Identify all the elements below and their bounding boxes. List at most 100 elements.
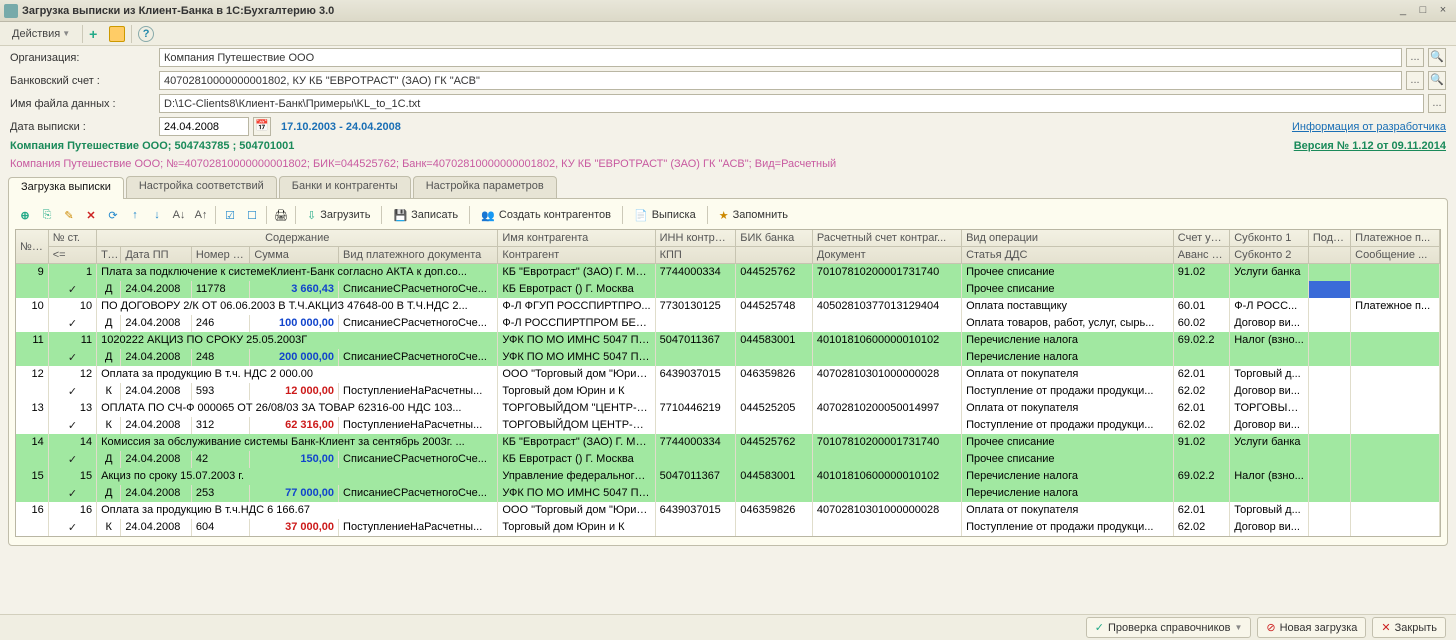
- org-row: Организация: ... 🔍: [0, 46, 1456, 69]
- col-payment-doc[interactable]: Вид платежного документа: [339, 247, 498, 264]
- uncheck-all-icon[interactable]: ☐: [242, 205, 262, 225]
- print-icon[interactable]: 🖨: [271, 205, 291, 225]
- file-input[interactable]: [159, 94, 1424, 113]
- account-search-button[interactable]: 🔍: [1428, 71, 1446, 90]
- tab-parameters[interactable]: Настройка параметров: [413, 176, 557, 198]
- col-bik[interactable]: БИК банка: [736, 230, 813, 247]
- table-row[interactable]: 1616Оплата за продукцию В т.ч.НДС 6 166.…: [16, 502, 1440, 519]
- table-row[interactable]: 1515Акциз по сроку 15.07.2003 г.Управлен…: [16, 468, 1440, 485]
- create-counterparties-button[interactable]: 👥Создать контрагентов: [474, 206, 618, 225]
- col-sum[interactable]: Сумма: [250, 247, 339, 264]
- check-refs-button[interactable]: ✓Проверка справочников▼: [1086, 617, 1252, 638]
- col-account[interactable]: Расчетный счет контраг...: [812, 230, 961, 247]
- main-toolbar: Действия▼ ?: [0, 22, 1456, 46]
- tab-mapping-settings[interactable]: Настройка соответствий: [126, 176, 277, 198]
- col-le[interactable]: <=: [48, 247, 96, 264]
- col-counterparty[interactable]: Контрагент: [498, 247, 655, 264]
- account-row: Банковский счет : ... 🔍: [0, 69, 1456, 92]
- version-link[interactable]: Версия № 1.12 от 09.11.2014: [1294, 140, 1446, 152]
- maximize-button[interactable]: □: [1414, 3, 1432, 19]
- col-document[interactable]: Документ: [812, 247, 961, 264]
- actions-menu[interactable]: Действия▼: [6, 26, 76, 42]
- account-meta: Компания Путешествие ООО; №=407028100000…: [0, 156, 1456, 176]
- sort-desc-icon[interactable]: A↑: [191, 205, 211, 225]
- refresh-icon[interactable]: ⟳: [103, 205, 123, 225]
- tab-load-statement[interactable]: Загрузка выписки: [8, 177, 124, 199]
- developer-info-link[interactable]: Информация от разработчика: [1292, 121, 1446, 133]
- col-date[interactable]: Дата ПП: [121, 247, 192, 264]
- col-message[interactable]: Сообщение ...: [1351, 247, 1440, 264]
- col-payment[interactable]: Платежное п...: [1351, 230, 1440, 247]
- account-label: Банковский счет :: [10, 75, 155, 87]
- sort-asc-icon[interactable]: A↓: [169, 205, 189, 225]
- grid-body[interactable]: 91Плата за подключение к системеКлиент-Б…: [16, 264, 1440, 536]
- table-row[interactable]: К24.04.200859312 000,00ПоступлениеНаРасч…: [16, 383, 1440, 400]
- table-row[interactable]: Д24.04.200842150,00СписаниеСРасчетногоСч…: [16, 451, 1440, 468]
- move-down-icon[interactable]: ↓: [147, 205, 167, 225]
- col-content-group[interactable]: Содержание: [97, 230, 498, 247]
- tab-strip: Загрузка выписки Настройка соответствий …: [0, 176, 1456, 198]
- separator: [215, 206, 216, 224]
- separator: [622, 206, 623, 224]
- col-dept[interactable]: Подр...: [1308, 230, 1350, 247]
- col-inn[interactable]: ИНН контраг...: [655, 230, 736, 247]
- table-row[interactable]: Д24.04.200825377 000,00СписаниеСРасчетно…: [16, 485, 1440, 502]
- separator: [266, 206, 267, 224]
- remember-button[interactable]: ★Запомнить: [712, 206, 795, 225]
- save-button[interactable]: 💾Записать: [386, 206, 465, 225]
- col-account-code[interactable]: Счет уче...: [1173, 230, 1229, 247]
- delete-row-icon[interactable]: ✕: [81, 205, 101, 225]
- col-advance[interactable]: Аванс сч.: [1173, 247, 1229, 264]
- table-row[interactable]: 1414Комиссия за обслуживание системы Бан…: [16, 434, 1440, 451]
- col-subkonto2[interactable]: Субконто 2: [1230, 247, 1309, 264]
- org-search-button[interactable]: 🔍: [1428, 48, 1446, 67]
- col-dds[interactable]: Статья ДДС: [962, 247, 1174, 264]
- date-input[interactable]: [159, 117, 249, 136]
- close-button[interactable]: ✕Закрыть: [1372, 617, 1446, 638]
- move-up-icon[interactable]: ↑: [125, 205, 145, 225]
- account-input[interactable]: [159, 71, 1402, 90]
- table-row[interactable]: К24.04.200860437 000,00ПоступлениеНаРасч…: [16, 519, 1440, 536]
- col-operation[interactable]: Вид операции: [962, 230, 1174, 247]
- col-kpp[interactable]: КПП: [655, 247, 736, 264]
- date-row: Дата выписки : 📅 17.10.2003 - 24.04.2008…: [0, 115, 1456, 138]
- help-icon[interactable]: ?: [138, 26, 154, 42]
- table-row[interactable]: 11111020222 АКЦИЗ ПО СРОКУ 25.05.2003ГУФ…: [16, 332, 1440, 349]
- data-grid[interactable]: № п/п № ст. Содержание Имя контрагента И…: [15, 229, 1441, 537]
- load-button[interactable]: ⇩Загрузить: [300, 206, 377, 225]
- minimize-button[interactable]: _: [1394, 3, 1412, 19]
- table-row[interactable]: Д24.04.2008117783 660,43СписаниеСРасчетн…: [16, 281, 1440, 298]
- table-row[interactable]: 1313ОПЛАТА ПО СЧ-Ф 000065 ОТ 26/08/03 ЗА…: [16, 400, 1440, 417]
- mark-icon[interactable]: [109, 26, 125, 42]
- date-range: 17.10.2003 - 24.04.2008: [281, 121, 401, 133]
- col-nst[interactable]: № ст.: [48, 230, 96, 247]
- file-lookup-button[interactable]: ...: [1428, 94, 1446, 113]
- table-row[interactable]: К24.04.200831262 316,00ПоступлениеНаРасч…: [16, 417, 1440, 434]
- org-input[interactable]: [159, 48, 1402, 67]
- app-icon: [4, 4, 18, 18]
- col-pp-number[interactable]: Номер ПП: [191, 247, 249, 264]
- org-lookup-button[interactable]: ...: [1406, 48, 1424, 67]
- col-np[interactable]: № п/п: [16, 230, 48, 264]
- statement-button[interactable]: 📄Выписка: [627, 206, 703, 225]
- date-picker-button[interactable]: 📅: [253, 117, 271, 136]
- grid-header[interactable]: № п/п № ст. Содержание Имя контрагента И…: [16, 230, 1440, 264]
- table-row[interactable]: 91Плата за подключение к системеКлиент-Б…: [16, 264, 1440, 281]
- table-row[interactable]: 1212Оплата за продукцию В т.ч. НДС 2 000…: [16, 366, 1440, 383]
- col-type[interactable]: Тип: [97, 247, 121, 264]
- col-subkonto1[interactable]: Субконто 1: [1230, 230, 1309, 247]
- edit-row-icon[interactable]: ✎: [59, 205, 79, 225]
- add-row-icon[interactable]: ⊕: [15, 205, 35, 225]
- account-lookup-button[interactable]: ...: [1406, 71, 1424, 90]
- check-all-icon[interactable]: ☑: [220, 205, 240, 225]
- copy-row-icon[interactable]: ⎘: [37, 205, 57, 225]
- new-load-button[interactable]: ⊘Новая загрузка: [1257, 617, 1366, 638]
- table-row[interactable]: Д24.04.2008248200 000,00СписаниеСРасчетн…: [16, 349, 1440, 366]
- add-icon[interactable]: [89, 26, 105, 42]
- titlebar: Загрузка выписки из Клиент-Банка в 1С:Бу…: [0, 0, 1456, 22]
- table-row[interactable]: Д24.04.2008246100 000,00СписаниеСРасчетн…: [16, 315, 1440, 332]
- col-counterparty-name[interactable]: Имя контрагента: [498, 230, 655, 247]
- table-row[interactable]: 1010ПО ДОГОВОРУ 2/К ОТ 06.06.2003 В Т.Ч.…: [16, 298, 1440, 315]
- close-window-button[interactable]: ×: [1434, 3, 1452, 19]
- tab-banks-counterparties[interactable]: Банки и контрагенты: [279, 176, 411, 198]
